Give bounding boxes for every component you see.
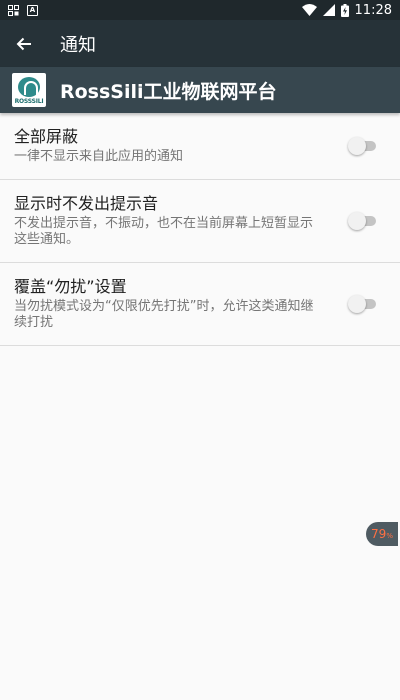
notification-icon bbox=[8, 4, 19, 16]
setting-summary: 一律不显示来自此应用的通知 bbox=[14, 149, 184, 164]
app-header: ROSSSILI RossSili工业物联网平台 bbox=[0, 67, 400, 113]
toggle-thumb bbox=[348, 212, 366, 230]
page-title: 通知 bbox=[60, 34, 96, 56]
text-icon: A bbox=[27, 4, 38, 16]
arrow-back-icon bbox=[16, 37, 31, 50]
override-dnd-toggle[interactable] bbox=[348, 294, 378, 314]
badge-unit: % bbox=[386, 532, 393, 540]
status-bar: A 11:28 bbox=[0, 0, 400, 20]
signal-icon bbox=[322, 4, 335, 16]
setting-summary: 不发出提示音，不振动，也不在当前屏幕上短暂显示这些通知。 bbox=[14, 216, 314, 247]
setting-title: 全部屏蔽 bbox=[14, 127, 79, 146]
setting-title: 显示时不发出提示音 bbox=[14, 194, 159, 213]
wifi-icon bbox=[301, 4, 317, 16]
setting-override-dnd[interactable]: 覆盖“勿扰”设置 当勿扰模式设为“仅限优先打扰”时，允许这类通知继续打扰 bbox=[0, 263, 400, 346]
toggle-thumb bbox=[348, 295, 366, 313]
app-name: RossSili工业物联网平台 bbox=[60, 80, 277, 103]
toggle-thumb bbox=[348, 137, 366, 155]
block-all-toggle[interactable] bbox=[348, 136, 378, 156]
notification-settings-list: 全部屏蔽 一律不显示来自此应用的通知 显示时不发出提示音 不发出提示音，不振动，… bbox=[0, 113, 400, 346]
status-time: 11:28 bbox=[354, 2, 392, 18]
status-bar-right: 11:28 bbox=[301, 2, 392, 18]
setting-summary: 当勿扰模式设为“仅限优先打扰”时，允许这类通知继续打扰 bbox=[14, 299, 314, 330]
silent-toggle[interactable] bbox=[348, 211, 378, 231]
logo-mark-icon bbox=[18, 77, 40, 97]
battery-charging-icon bbox=[340, 3, 349, 17]
app-bar: 通知 bbox=[0, 20, 400, 67]
badge-value: 79 bbox=[371, 527, 387, 541]
setting-title: 覆盖“勿扰”设置 bbox=[14, 277, 127, 296]
setting-block-all[interactable]: 全部屏蔽 一律不显示来自此应用的通知 bbox=[0, 113, 400, 180]
setting-silent[interactable]: 显示时不发出提示音 不发出提示音，不振动，也不在当前屏幕上短暂显示这些通知。 bbox=[0, 180, 400, 263]
status-bar-left: A bbox=[8, 4, 38, 16]
floating-memory-badge[interactable]: 79% bbox=[366, 522, 398, 546]
logo-text: ROSSSILI bbox=[14, 98, 44, 105]
back-button[interactable] bbox=[2, 20, 46, 67]
app-logo: ROSSSILI bbox=[12, 73, 46, 107]
